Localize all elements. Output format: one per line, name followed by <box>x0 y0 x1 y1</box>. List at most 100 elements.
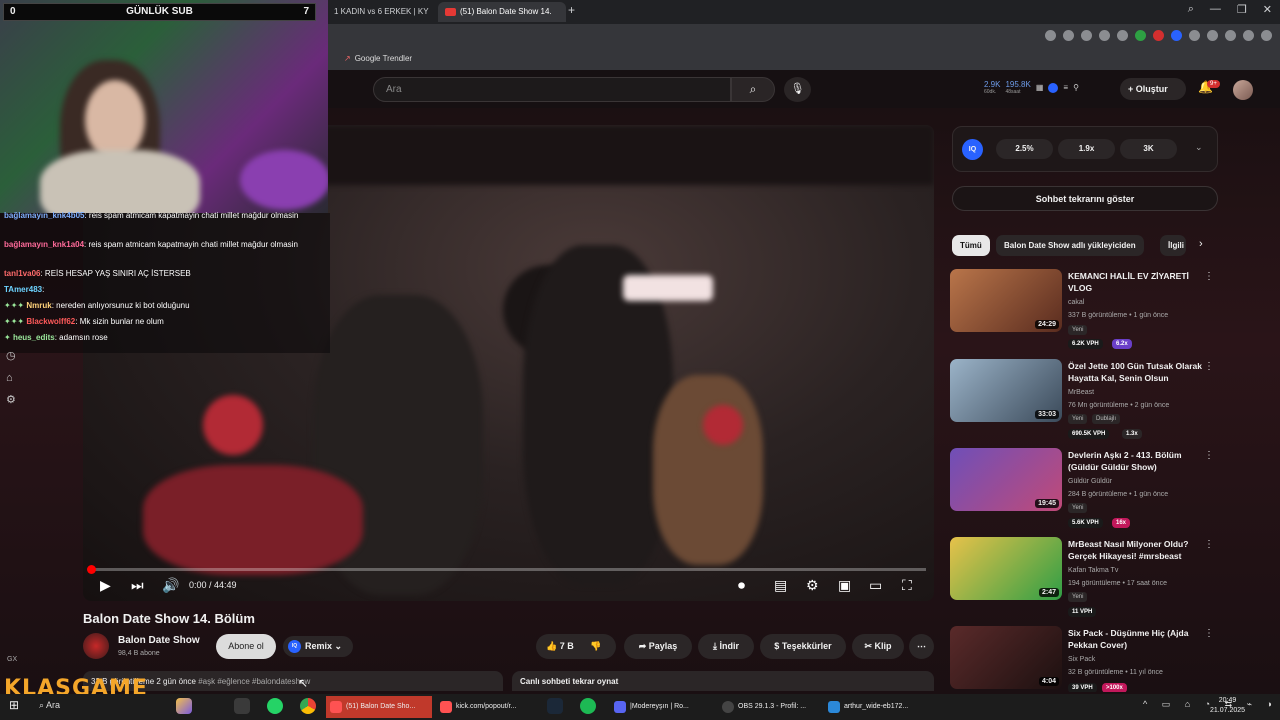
more-options-icon[interactable]: ⋮ <box>1204 450 1214 461</box>
chip-all[interactable]: Tümü <box>952 235 990 256</box>
like-button[interactable]: 👍 7 B <box>546 641 574 651</box>
menu-icon[interactable] <box>1261 30 1272 41</box>
chevron-right-icon[interactable]: › <box>1199 238 1203 250</box>
recommendation-title[interactable]: KEMANCI HALİL EV ZİYARETİ VLOG <box>1068 270 1206 294</box>
extension-icon[interactable] <box>1117 30 1128 41</box>
chip-from-uploader[interactable]: Balon Date Show adlı yükleyiciden <box>996 235 1144 256</box>
widgets-icon[interactable] <box>176 698 192 714</box>
video-thumbnail[interactable]: 24:29 <box>950 269 1062 332</box>
recommendation-item[interactable]: 4:04 Six Pack - Düşünme Hiç (Ajda Pekkan… <box>950 626 1220 692</box>
live-chat-replay-button[interactable]: Canlı sohbeti tekrar oynat <box>512 671 934 691</box>
recommendation-item[interactable]: 2:47 MrBeast Nasıl Milyoner Oldu? Gerçek… <box>950 537 1220 617</box>
video-thumbnail[interactable]: 33:03 <box>950 359 1062 422</box>
recommendation-channel[interactable]: cakal <box>1068 299 1084 306</box>
recommendation-title[interactable]: Devlerin Aşkı 2 - 413. Bölüm (Güldür Gül… <box>1068 449 1206 473</box>
more-options-icon[interactable]: ⋮ <box>1204 271 1214 282</box>
extension-icon[interactable] <box>1207 30 1218 41</box>
iq-icon[interactable] <box>1048 82 1059 93</box>
list-icon[interactable]: ≡ <box>1063 83 1068 92</box>
video-thumbnail[interactable]: 4:04 <box>950 626 1062 689</box>
minimize-icon[interactable]: — <box>1210 3 1221 16</box>
channel-name[interactable]: Balon Date Show <box>118 635 200 646</box>
volume-icon[interactable]: 🔊 <box>162 577 179 594</box>
miniplayer-icon[interactable]: ▣ <box>838 577 851 594</box>
taskbar-search[interactable]: ⌕ Ara <box>33 697 163 717</box>
create-button[interactable]: + Oluştur <box>1120 78 1186 100</box>
grid-icon[interactable]: ▦ <box>1036 83 1044 92</box>
taskbar-app-kick[interactable]: kick.com/popout/r... <box>436 696 536 718</box>
play-icon[interactable]: ▶ <box>100 577 111 594</box>
settings-icon[interactable]: ⚙ <box>6 389 16 411</box>
browser-tab-active[interactable]: (51) Balon Date Show 14. <box>438 2 566 22</box>
voice-search-button[interactable]: 🎙 <box>784 77 811 102</box>
chip-related[interactable]: İlgili <box>1160 235 1186 256</box>
history-icon[interactable]: ◷ <box>6 345 16 367</box>
graph-icon[interactable]: ⚲ <box>1073 83 1079 92</box>
taskbar-app-discord[interactable]: |Modereyşın | Ro... <box>610 696 712 718</box>
more-options-icon[interactable]: ⋮ <box>1204 361 1214 372</box>
subscribe-button[interactable]: Abone ol <box>216 634 276 659</box>
account-avatar[interactable] <box>1233 80 1253 100</box>
extension-icon[interactable] <box>1243 30 1254 41</box>
extension-icon[interactable] <box>1099 30 1110 41</box>
show-chat-replay-button[interactable]: Sohbet tekrarını göster <box>952 186 1218 211</box>
whatsapp-icon[interactable] <box>267 698 283 714</box>
clip-button[interactable]: ✂ Klip <box>852 634 904 659</box>
close-icon[interactable]: ✕ <box>1263 3 1272 16</box>
new-tab-button[interactable]: + <box>568 3 575 17</box>
search-button[interactable]: ⌕ <box>731 77 775 102</box>
channel-avatar[interactable] <box>83 633 109 659</box>
restore-icon[interactable]: ❐ <box>1237 3 1247 16</box>
more-actions-button[interactable]: ⋯ <box>909 634 934 659</box>
settings-icon[interactable]: ⚙ <box>806 577 819 594</box>
more-options-icon[interactable]: ⋮ <box>1204 539 1214 550</box>
chrome-icon[interactable] <box>300 698 316 714</box>
subtitles-icon[interactable]: ▤ <box>774 577 787 594</box>
browser-tab[interactable]: 1 KADIN vs 6 ERKEK | KY <box>326 2 436 22</box>
dislike-button[interactable]: 👎 <box>590 641 601 651</box>
more-options-icon[interactable]: ⋮ <box>1204 628 1214 639</box>
remix-button[interactable]: IQ Remix ⌄ <box>283 636 353 657</box>
thanks-button[interactable]: $ Teşekkürler <box>760 634 846 659</box>
extension-icon[interactable] <box>1225 30 1236 41</box>
theater-mode-icon[interactable]: ▭ <box>869 577 882 594</box>
steam-icon[interactable] <box>547 698 563 714</box>
chevron-down-icon[interactable]: ⌄ <box>1195 142 1203 153</box>
recommendation-channel[interactable]: MrBeast <box>1068 389 1094 396</box>
recommendation-channel[interactable]: Six Pack <box>1068 656 1095 663</box>
extension-icon[interactable] <box>1063 30 1074 41</box>
share-button[interactable]: ➦ Paylaş <box>624 634 692 659</box>
fullscreen-icon[interactable]: ⛶ <box>902 577 912 594</box>
extension-icon[interactable] <box>1189 30 1200 41</box>
video-thumbnail[interactable]: 2:47 <box>950 537 1062 600</box>
taskbar-clock[interactable]: 20:49 21.07.2025 <box>1210 696 1245 716</box>
autoplay-toggle-icon[interactable]: ⏺ <box>738 577 745 594</box>
recommendation-title[interactable]: MrBeast Nasıl Milyoner Oldu? Gerçek Hika… <box>1068 538 1206 562</box>
progress-bar[interactable] <box>91 568 926 571</box>
hashtags[interactable]: #aşk #eğlence #balondateshow <box>198 677 310 686</box>
extension-icon[interactable] <box>1171 30 1182 41</box>
search-input[interactable]: Ara <box>373 77 731 102</box>
recommendation-title[interactable]: Özel Jette 100 Gün Tutsak Olarak Hayatta… <box>1068 360 1206 384</box>
extension-icon[interactable] <box>1135 30 1146 41</box>
extension-icon[interactable] <box>1081 30 1092 41</box>
recommendation-item[interactable]: 24:29 KEMANCI HALİL EV ZİYARETİ VLOG cak… <box>950 269 1220 349</box>
spotify-icon[interactable] <box>580 698 596 714</box>
taskbar-app-obs[interactable]: OBS 29.1.3 - Profil: ... <box>718 696 818 718</box>
download-button[interactable]: ⤓ İndir <box>698 634 754 659</box>
video-thumbnail[interactable]: 19:45 <box>950 448 1062 511</box>
search-tabs-icon[interactable]: ⌕ <box>1188 3 1194 16</box>
task-view-icon[interactable] <box>234 698 250 714</box>
taskbar-app-youtube[interactable]: (51) Balon Date Sho... <box>326 696 432 718</box>
recommendation-item[interactable]: 19:45 Devlerin Aşkı 2 - 413. Bölüm (Güld… <box>950 448 1220 528</box>
taskbar-app-image[interactable]: arthur_wide-eb172... <box>824 696 924 718</box>
recommendation-channel[interactable]: Güldür Güldür <box>1068 478 1112 485</box>
recommendation-title[interactable]: Six Pack - Düşünme Hiç (Ajda Pekkan Cove… <box>1068 627 1206 651</box>
feedback-icon[interactable]: ⌂ <box>6 367 16 389</box>
recommendation-channel[interactable]: Kafan Takma Tv <box>1068 567 1118 574</box>
bookmark-google-trends[interactable]: ↗ Google Trendler <box>344 54 412 63</box>
extension-icon[interactable] <box>1153 30 1164 41</box>
recommendation-item[interactable]: 33:03 Özel Jette 100 Gün Tutsak Olarak H… <box>950 359 1220 439</box>
extension-icon[interactable] <box>1045 30 1056 41</box>
windows-start-icon[interactable]: ⊞ <box>9 698 19 712</box>
